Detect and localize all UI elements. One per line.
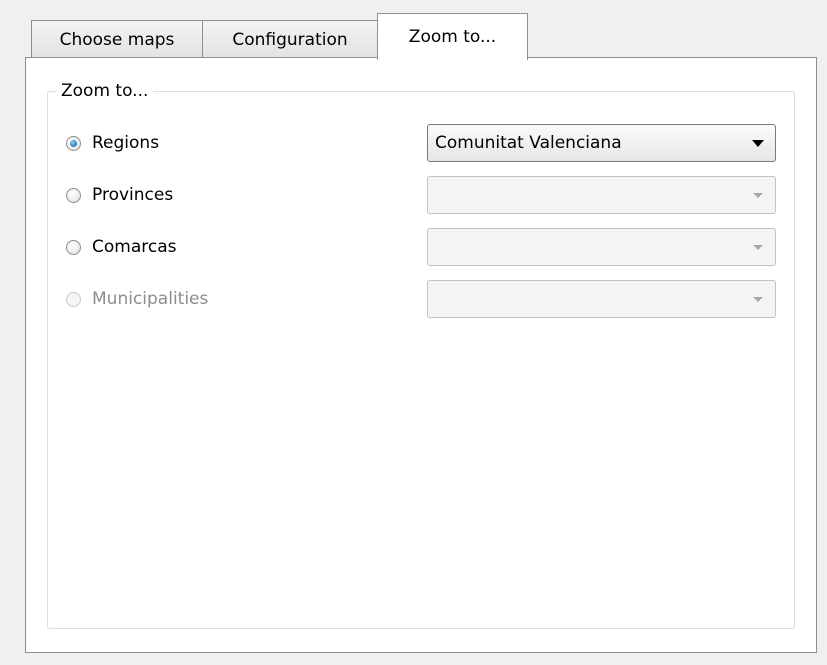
comarcas-combobox[interactable] [427,228,776,266]
radio-label-provinces: Provinces [92,185,174,205]
tab-label: Choose maps [59,29,175,50]
chevron-down-icon[interactable] [752,139,764,147]
radio-provinces[interactable]: Provinces [66,181,173,209]
tab-zoom-to[interactable]: Zoom to... [377,13,528,60]
radio-label-municipalities: Municipalities [92,289,209,309]
chevron-down-icon[interactable] [753,244,763,250]
zoom-to-groupbox [47,91,795,629]
chevron-down-icon[interactable] [753,192,763,198]
radio-municipalities[interactable]: Municipalities [66,285,208,313]
radio-label-comarcas: Comarcas [92,237,177,257]
combobox-value: Comunitat Valenciana [435,133,622,153]
radio-unchecked-icon[interactable] [66,187,81,203]
tab-choose-maps[interactable]: Choose maps [31,20,203,58]
tab-label: Configuration [232,29,348,50]
chevron-down-icon[interactable] [753,296,763,302]
municipalities-combobox[interactable] [427,280,776,318]
regions-combobox[interactable]: Comunitat Valenciana [427,124,776,162]
provinces-combobox[interactable] [427,176,776,214]
radio-unchecked-icon[interactable] [66,239,81,255]
tab-label: Zoom to... [408,27,497,47]
tab-configuration[interactable]: Configuration [202,20,378,58]
groupbox-title: Zoom to... [57,80,154,102]
radio-regions[interactable]: Regions [66,129,159,157]
radio-checked-icon[interactable] [66,135,81,151]
radio-label-regions: Regions [92,133,160,153]
radio-unchecked-icon[interactable] [66,291,81,307]
radio-comarcas[interactable]: Comarcas [66,233,177,261]
